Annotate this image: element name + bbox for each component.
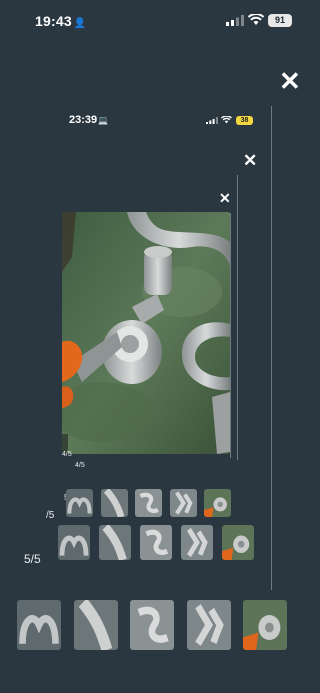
main-photo[interactable] (62, 212, 230, 454)
thumbnail-row-mid-3[interactable] (140, 525, 172, 560)
pipe-part-1-image (66, 489, 93, 517)
nested-signal-icon (206, 117, 218, 124)
thumbnail-row-outer-2[interactable] (73, 600, 118, 650)
wifi-icon (248, 14, 264, 25)
pipe-part-5-image (222, 525, 254, 560)
pipe-part-1-image (58, 525, 90, 560)
pipe-part-5-image (243, 600, 287, 650)
nested-status-time: 23:39💻 (69, 114, 109, 126)
nested-viewer-edge-line (237, 175, 238, 460)
thumbnail-row-mid-4[interactable] (181, 525, 213, 560)
inner-counter-a: 4/5 (62, 451, 72, 458)
close-inner-viewer-button[interactable]: ✕ (219, 191, 231, 205)
pipe-fitting-photo (62, 212, 230, 454)
thumbnail-row-mid-1[interactable] (58, 525, 90, 560)
thumbnail-row-outer-5[interactable] (243, 600, 287, 650)
viewer-edge-line (271, 106, 272, 590)
pipe-part-4-image (169, 489, 197, 517)
pipe-part-3-image (135, 489, 162, 517)
nested-viewer-counter: /5 (46, 510, 55, 521)
pipe-part-3-image (130, 600, 174, 650)
status-bar-time: 19:43 👤 (35, 13, 87, 29)
pipe-part-3-image (140, 525, 172, 560)
thumbnail-row-inner-5[interactable] (204, 489, 231, 517)
pipe-part-2-image (73, 600, 118, 650)
thumbnail-row-inner-1[interactable] (66, 489, 93, 517)
cellular-signal-icon (226, 15, 244, 26)
inner-counter-b: 4/5 (75, 462, 85, 469)
thumbnail-row-mid-5[interactable] (222, 525, 254, 560)
thumbnail-row-inner-4[interactable] (169, 489, 197, 517)
pipe-part-1-image (17, 600, 61, 650)
thumbnail-row-inner-2[interactable] (100, 489, 128, 517)
thumbnail-row-mid-2[interactable] (99, 525, 131, 560)
close-viewer-button[interactable]: ✕ (279, 68, 301, 94)
thumbnail-row-outer-3[interactable] (130, 600, 174, 650)
close-nested-viewer-button[interactable]: ✕ (243, 152, 257, 169)
pipe-part-2-image (99, 525, 131, 560)
thumbnail-row-outer-1[interactable] (17, 600, 61, 650)
pipe-part-4-image (181, 525, 213, 560)
nested-battery-indicator: 38 (236, 116, 253, 125)
person-icon: 👤 (73, 18, 87, 29)
nested-wifi-icon (221, 116, 232, 124)
battery-indicator: 91 (268, 14, 292, 27)
pipe-part-2-image (100, 489, 128, 517)
pipe-part-4-image (186, 600, 231, 650)
thumbnail-row-outer-4[interactable] (186, 600, 231, 650)
thumbnail-row-inner-3[interactable] (135, 489, 162, 517)
pipe-part-5-image (204, 489, 231, 517)
inner-viewer-edge-line (230, 213, 231, 458)
laptop-icon: 💻 (98, 116, 109, 125)
viewer-counter: 5/5 (24, 552, 41, 566)
